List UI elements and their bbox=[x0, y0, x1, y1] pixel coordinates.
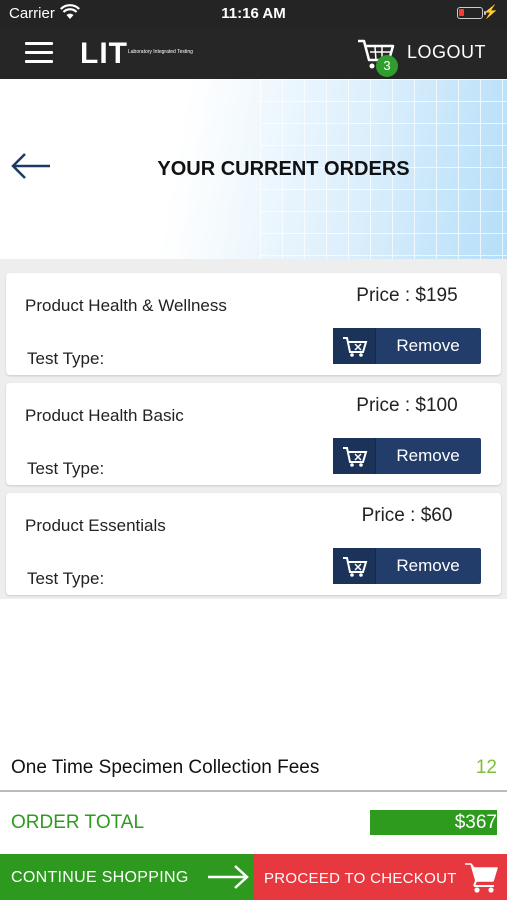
page-header: YOUR CURRENT ORDERS bbox=[0, 79, 507, 259]
order-test-type: Test Type: bbox=[27, 349, 105, 368]
order-product-name: Product Essentials bbox=[25, 516, 166, 535]
arrow-right-icon bbox=[208, 865, 249, 889]
order-price: Price : $100 bbox=[356, 395, 458, 416]
logo-text: LIT bbox=[80, 37, 128, 70]
order-product-name: Product Health Basic bbox=[25, 406, 184, 425]
order-card: Product Health & Wellness Price : $195 T… bbox=[6, 273, 501, 375]
order-card: Product Essentials Price : $60 Test Type… bbox=[6, 493, 501, 595]
app-logo: LIT Laboratory Integrated Testing bbox=[80, 37, 193, 70]
remove-button[interactable]: Remove bbox=[333, 548, 481, 584]
proceed-to-checkout-button[interactable]: PROCEED TO CHECKOUT bbox=[254, 854, 507, 900]
order-card: Product Health Basic Price : $100 Test T… bbox=[6, 383, 501, 485]
logo-subtitle: Laboratory Integrated Testing bbox=[128, 49, 193, 55]
remove-from-cart-icon bbox=[333, 548, 376, 584]
continue-shopping-label: CONTINUE SHOPPING bbox=[11, 869, 189, 886]
remove-button-label: Remove bbox=[396, 336, 460, 355]
fees-label: One Time Specimen Collection Fees bbox=[11, 757, 320, 778]
clock: 11:16 AM bbox=[221, 5, 286, 22]
order-price: Price : $60 bbox=[361, 505, 453, 526]
checkout-label: PROCEED TO CHECKOUT bbox=[264, 870, 457, 887]
order-price: Price : $195 bbox=[356, 285, 458, 306]
cart-icon bbox=[465, 863, 498, 893]
order-total-value: $367 bbox=[370, 810, 497, 835]
menu-icon[interactable] bbox=[25, 42, 53, 64]
top-nav-bar: LIT Laboratory Integrated Testing 3 LOGO… bbox=[0, 28, 507, 79]
cart-count-badge: 3 bbox=[376, 55, 398, 77]
order-test-type: Test Type: bbox=[27, 569, 105, 588]
remove-button-label: Remove bbox=[396, 556, 460, 575]
order-test-type: Test Type: bbox=[27, 459, 105, 478]
battery-icon bbox=[457, 7, 486, 19]
status-bar: Carrier 11:16 AM ⚡ bbox=[0, 0, 507, 28]
collection-fees-row: One Time Specimen Collection Fees 12 bbox=[0, 745, 507, 791]
order-product-name: Product Health & Wellness bbox=[25, 296, 227, 315]
order-total-row: ORDER TOTAL $367 bbox=[0, 792, 507, 854]
remove-button[interactable]: Remove bbox=[333, 328, 481, 364]
remove-button-label: Remove bbox=[396, 446, 460, 465]
remove-button[interactable]: Remove bbox=[333, 438, 481, 474]
order-total-label: ORDER TOTAL bbox=[11, 812, 145, 833]
logout-button[interactable]: LOGOUT bbox=[407, 42, 486, 63]
orders-list: Product Health & Wellness Price : $195 T… bbox=[0, 259, 507, 599]
continue-shopping-button[interactable]: CONTINUE SHOPPING bbox=[0, 854, 254, 900]
charging-icon: ⚡ bbox=[482, 4, 499, 19]
fees-value: 12 bbox=[475, 757, 497, 778]
bottom-action-bar: CONTINUE SHOPPING PROCEED TO CHECKOUT bbox=[0, 854, 507, 900]
remove-from-cart-icon bbox=[333, 328, 376, 364]
remove-from-cart-icon bbox=[333, 438, 376, 474]
page-title: YOUR CURRENT ORDERS bbox=[157, 158, 410, 180]
